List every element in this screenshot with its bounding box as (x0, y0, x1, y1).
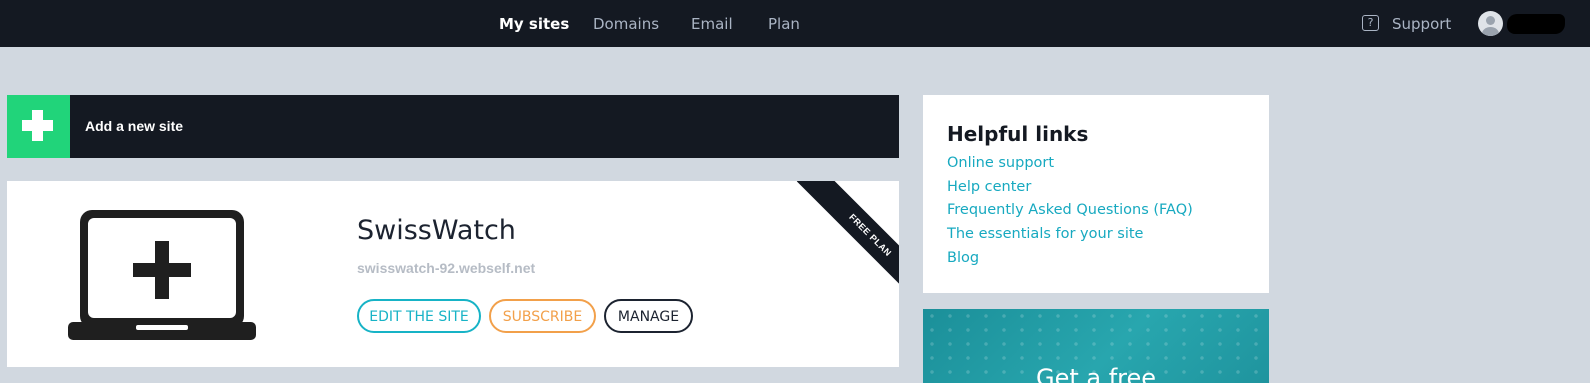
promo-text: Get a free (1035, 364, 1157, 383)
site-name: SwissWatch (357, 215, 516, 246)
support-label: Support (1392, 15, 1452, 33)
avatar-head (1486, 16, 1495, 25)
nav-email[interactable]: Email (691, 14, 733, 34)
free-plan-ribbon: FREE PLAN (796, 181, 899, 309)
link-help-center[interactable]: Help center (947, 179, 1031, 195)
manage-button[interactable]: MANAGE (604, 299, 693, 333)
username-redacted[interactable] (1507, 14, 1565, 34)
user-avatar[interactable] (1478, 11, 1503, 36)
helpful-links-panel: Helpful links Online support Help center… (923, 95, 1269, 293)
list-item: Online support (947, 152, 1193, 176)
list-item: Help center (947, 176, 1193, 200)
add-new-site-button[interactable]: Add a new site (7, 95, 899, 158)
subscribe-button[interactable]: SUBSCRIBE (489, 299, 596, 333)
helpful-links-title: Helpful links (947, 122, 1089, 146)
list-item: Blog (947, 247, 1193, 271)
helpful-links-list: Online support Help center Frequently As… (947, 152, 1193, 270)
nav-domains[interactable]: Domains (593, 14, 659, 34)
link-blog[interactable]: Blog (947, 250, 979, 266)
nav-my-sites[interactable]: My sites (499, 14, 569, 34)
avatar-shoulders (1482, 27, 1499, 36)
help-icon: ? (1362, 15, 1379, 31)
link-online-support[interactable]: Online support (947, 155, 1054, 171)
edit-site-button[interactable]: EDIT THE SITE (357, 299, 481, 333)
site-url[interactable]: swisswatch-92.webself.net (357, 259, 535, 277)
add-site-label: Add a new site (85, 118, 184, 134)
plus-icon-horizontal (22, 120, 53, 131)
link-faq[interactable]: Frequently Asked Questions (FAQ) (947, 202, 1193, 218)
laptop-plus-icon (68, 210, 256, 340)
list-item: Frequently Asked Questions (FAQ) (947, 199, 1193, 223)
promo-banner[interactable]: Get a free (923, 309, 1269, 383)
top-nav-bar: My sites Domains Email Plan ? Support (0, 0, 1590, 47)
list-item: The essentials for your site (947, 223, 1193, 247)
link-essentials[interactable]: The essentials for your site (947, 226, 1143, 242)
add-site-icon (7, 95, 70, 158)
site-card: SwissWatch swisswatch-92.webself.net EDI… (7, 181, 899, 367)
nav-plan[interactable]: Plan (768, 14, 800, 34)
